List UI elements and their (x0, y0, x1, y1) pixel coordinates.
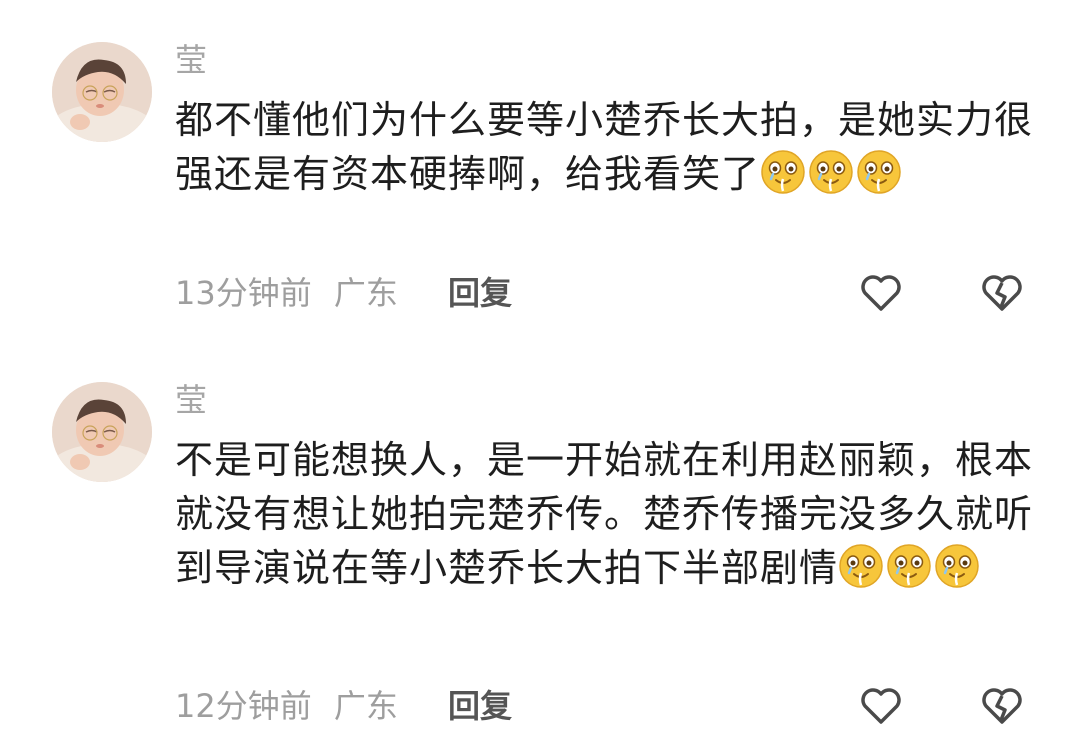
crying-laughing-face-icon (761, 150, 805, 194)
broken-heart-outline-icon[interactable] (980, 271, 1024, 315)
reply-button[interactable]: 回复 (448, 273, 512, 313)
heart-outline-icon[interactable] (859, 684, 903, 728)
comment-time: 13分钟前 (175, 274, 312, 312)
comment-meta: 12分钟前 广东 (175, 686, 398, 726)
reply-button[interactable]: 回复 (448, 686, 512, 726)
emoji-group (760, 150, 904, 196)
comment-meta: 13分钟前 广东 (175, 273, 398, 313)
emoji-group (838, 544, 982, 590)
comment-username[interactable]: 莹 (175, 40, 207, 80)
broken-heart-outline-icon[interactable] (980, 684, 1024, 728)
comment-username[interactable]: 莹 (175, 380, 207, 420)
comment-time: 12分钟前 (175, 687, 312, 725)
comment-location: 广东 (333, 687, 398, 725)
heart-outline-icon[interactable] (859, 271, 903, 315)
comment-text-body: 都不懂他们为什么要等小楚乔长大拍，是她实力很强还是有资本硬捧啊，给我看笑了 (175, 98, 1034, 196)
crying-laughing-face-icon (935, 544, 979, 588)
avatar[interactable] (52, 42, 152, 142)
comment-text: 不是可能想换人，是一开始就在利用赵丽颖，根本就没有想让她拍完楚乔传。楚乔传播完没… (175, 433, 1035, 595)
crying-laughing-face-icon (809, 150, 853, 194)
avatar[interactable] (52, 382, 152, 482)
crying-laughing-face-icon (887, 544, 931, 588)
comment-text: 都不懂他们为什么要等小楚乔长大拍，是她实力很强还是有资本硬捧啊，给我看笑了 (175, 93, 1035, 201)
crying-laughing-face-icon (839, 544, 883, 588)
comment-location: 广东 (333, 274, 398, 312)
crying-laughing-face-icon (857, 150, 901, 194)
